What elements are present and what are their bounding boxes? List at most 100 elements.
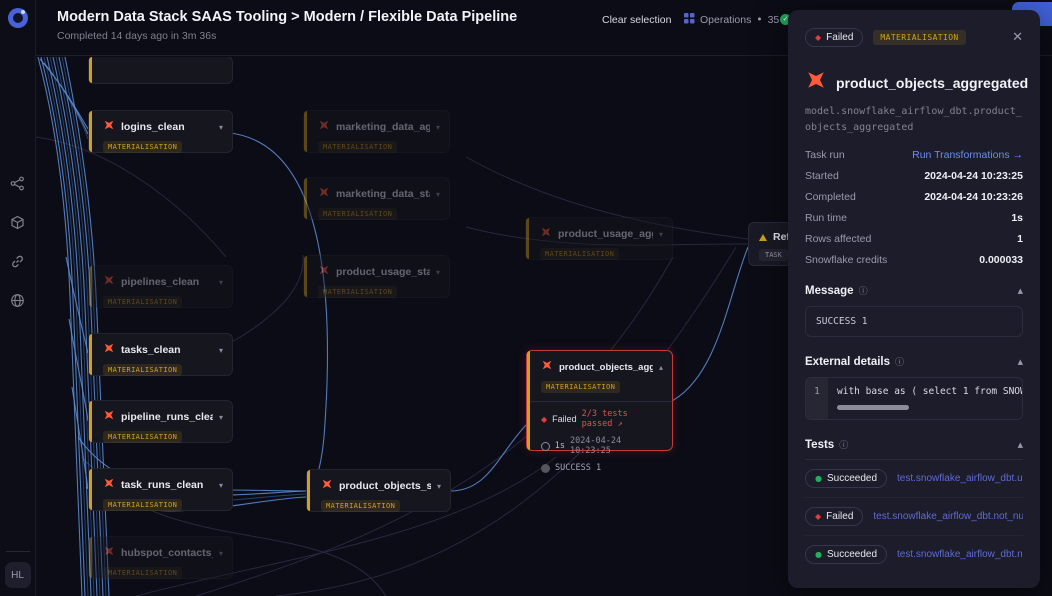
collapse-caret-icon[interactable]: ▲ [1018, 358, 1023, 366]
operations-counter: Operations • 35 [684, 13, 779, 27]
node-label: marketing_data_staging [336, 188, 430, 200]
node-status: Failed [552, 414, 577, 424]
test-status-badge: ●Succeeded [805, 545, 887, 564]
operations-grid-icon [684, 13, 695, 27]
materialisation-badge: MATERIALISATION [873, 30, 965, 45]
node-label: product_objects_aggregated [559, 362, 653, 373]
detail-row: Snowflake credits0.000033 [805, 254, 1023, 266]
code-line: with base as ( select 1 from SNOWFLAKE [837, 386, 1013, 397]
detail-value: 2024-04-24 10:23:25 [924, 170, 1023, 182]
chevron-down-icon[interactable]: ▾ [219, 413, 223, 422]
clock-icon [541, 442, 550, 451]
node-product_usage_staging[interactable]: product_usage_staging▾MATERIALISATION [303, 255, 450, 298]
detail-label: Completed [805, 191, 856, 203]
succeeded-dot-icon: ● [815, 474, 822, 483]
detail-value: 2024-04-24 10:23:26 [924, 191, 1023, 203]
materialisation-badge: MATERIALISATION [541, 381, 620, 393]
node-hubspot_contacts_clean[interactable]: hubspot_contacts_clean▾MATERIALISATION [88, 536, 233, 579]
node-pipeline_runs_clean[interactable]: pipeline_runs_clean ▾ MATERIALISATION [88, 400, 233, 443]
dot-separator: • [756, 14, 762, 26]
dbt-icon [318, 263, 330, 281]
materialisation-badge: MATERIALISATION [540, 248, 619, 260]
chevron-down-icon[interactable]: ▾ [436, 123, 440, 132]
test-link[interactable]: test.snowflake_airflow_dbt.not_null_pr [897, 549, 1023, 560]
materialisation-badge: MATERIALISATION [103, 141, 182, 153]
test-link[interactable]: test.snowflake_airflow_dbt.not_null_pr [873, 511, 1023, 522]
status-badge: ◆ Failed [805, 28, 863, 47]
test-status-badge: ◆Failed [805, 507, 863, 526]
pipeline-graph-icon[interactable] [10, 176, 25, 191]
materialisation-badge: MATERIALISATION [103, 567, 182, 579]
code-line-number: 1 [806, 378, 828, 419]
detail-label: Started [805, 170, 839, 182]
chevron-up-icon[interactable]: ▴ [659, 363, 663, 372]
dbt-icon [321, 477, 333, 495]
detail-row: Started 2024-04-24 10:23:25 [805, 170, 1023, 182]
detail-value: 1 [1017, 233, 1023, 245]
dbt-icon [540, 225, 552, 243]
node-label: product_usage_staging [336, 266, 430, 278]
node-label: tasks_clean [121, 344, 213, 356]
node-product_objects_aggregated-selected[interactable]: product_objects_aggregated ▴ MATERIALISA… [526, 350, 673, 451]
app-logo-icon[interactable] [8, 8, 28, 28]
materialisation-badge: MATERIALISATION [318, 208, 397, 220]
node-label: pipelines_clean [121, 276, 213, 288]
dbt-icon [541, 358, 553, 376]
node-marketing_data_aggregated[interactable]: marketing_data_aggregated▾MATERIALISATIO… [303, 110, 450, 153]
message-heading: Message [805, 285, 854, 297]
node-label: pipeline_runs_clean [121, 411, 213, 423]
test-row: ●Succeeded test.snowflake_airflow_dbt.uni… [805, 460, 1023, 498]
detail-label: Run time [805, 212, 847, 224]
chevron-down-icon[interactable]: ▾ [437, 482, 441, 491]
node-label: product_objects_staging [339, 480, 431, 492]
chevron-down-icon[interactable]: ▾ [219, 346, 223, 355]
chevron-down-icon[interactable]: ▾ [436, 190, 440, 199]
materialisation-badge: MATERIALISATION [103, 364, 182, 376]
message-content: SUCCESS 1 [805, 306, 1023, 337]
collapse-caret-icon[interactable]: ▲ [1018, 287, 1023, 295]
dbt-icon [103, 408, 115, 426]
node-message: SUCCESS 1 [555, 463, 601, 473]
collapse-caret-icon[interactable]: ▲ [1018, 441, 1023, 449]
node-tasks_clean[interactable]: tasks_clean ▾ MATERIALISATION [88, 333, 233, 376]
info-icon: ⓘ [839, 438, 848, 451]
link-icon[interactable] [10, 254, 25, 269]
node-task_runs_clean[interactable]: task_runs_clean ▾ MATERIALISATION [88, 468, 233, 511]
detail-value: 0.000033 [979, 254, 1023, 266]
chevron-down-icon[interactable]: ▾ [219, 123, 223, 132]
user-avatar[interactable]: HL [5, 562, 31, 588]
globe-icon[interactable] [10, 293, 25, 308]
chevron-down-icon[interactable]: ▾ [659, 230, 663, 239]
materialisation-badge: MATERIALISATION [103, 499, 182, 511]
chevron-down-icon[interactable]: ▾ [219, 549, 223, 558]
test-link[interactable]: test.snowflake_airflow_dbt.unique_pro [897, 473, 1023, 484]
info-icon: ⓘ [895, 355, 904, 368]
failed-diamond-icon: ◆ [815, 33, 821, 42]
close-icon[interactable]: ✕ [1012, 30, 1023, 45]
operations-count: 35 [768, 14, 780, 26]
dbt-icon [103, 544, 115, 562]
test-row: ●Succeeded test.snowflake_airflow_dbt.not… [805, 536, 1023, 573]
chevron-down-icon[interactable]: ▾ [219, 481, 223, 490]
node-logins_clean[interactable]: logins_clean▾MATERIALISATION [88, 110, 233, 153]
node-clipped-top[interactable] [88, 57, 233, 84]
detail-value-link[interactable]: Run Transformations → [912, 149, 1023, 161]
chevron-down-icon[interactable]: ▾ [436, 268, 440, 277]
horizontal-scrollbar[interactable] [837, 405, 909, 410]
materialisation-badge: MATERIALISATION [103, 431, 182, 443]
detail-row: Task runRun Transformations → [805, 149, 1023, 161]
dbt-icon [805, 69, 827, 96]
node-label: product_usage_aggregated [558, 228, 653, 240]
chevron-down-icon[interactable]: ▾ [219, 278, 223, 287]
tests-summary-link[interactable]: 2/3 tests passed ↗ [582, 409, 663, 429]
clear-selection-button[interactable]: Clear selection [602, 14, 671, 26]
details-panel: ◆ Failed MATERIALISATION ✕ product_objec… [788, 10, 1040, 588]
node-pipelines_clean[interactable]: pipelines_clean▾MATERIALISATION [88, 265, 233, 308]
node-product_usage_aggregated[interactable]: product_usage_aggregated ▾ MATERIALISATION [525, 217, 673, 260]
node-product_objects_staging[interactable]: product_objects_staging▾MATERIALISATION [306, 469, 451, 512]
detail-row: Rows affected1 [805, 233, 1023, 245]
node-label: task_runs_clean [121, 479, 213, 491]
node-marketing_data_staging[interactable]: marketing_data_staging ▾ MATERIALISATION [303, 177, 450, 220]
test-status-badge: ●Succeeded [805, 469, 887, 488]
cube-icon[interactable] [10, 215, 25, 230]
